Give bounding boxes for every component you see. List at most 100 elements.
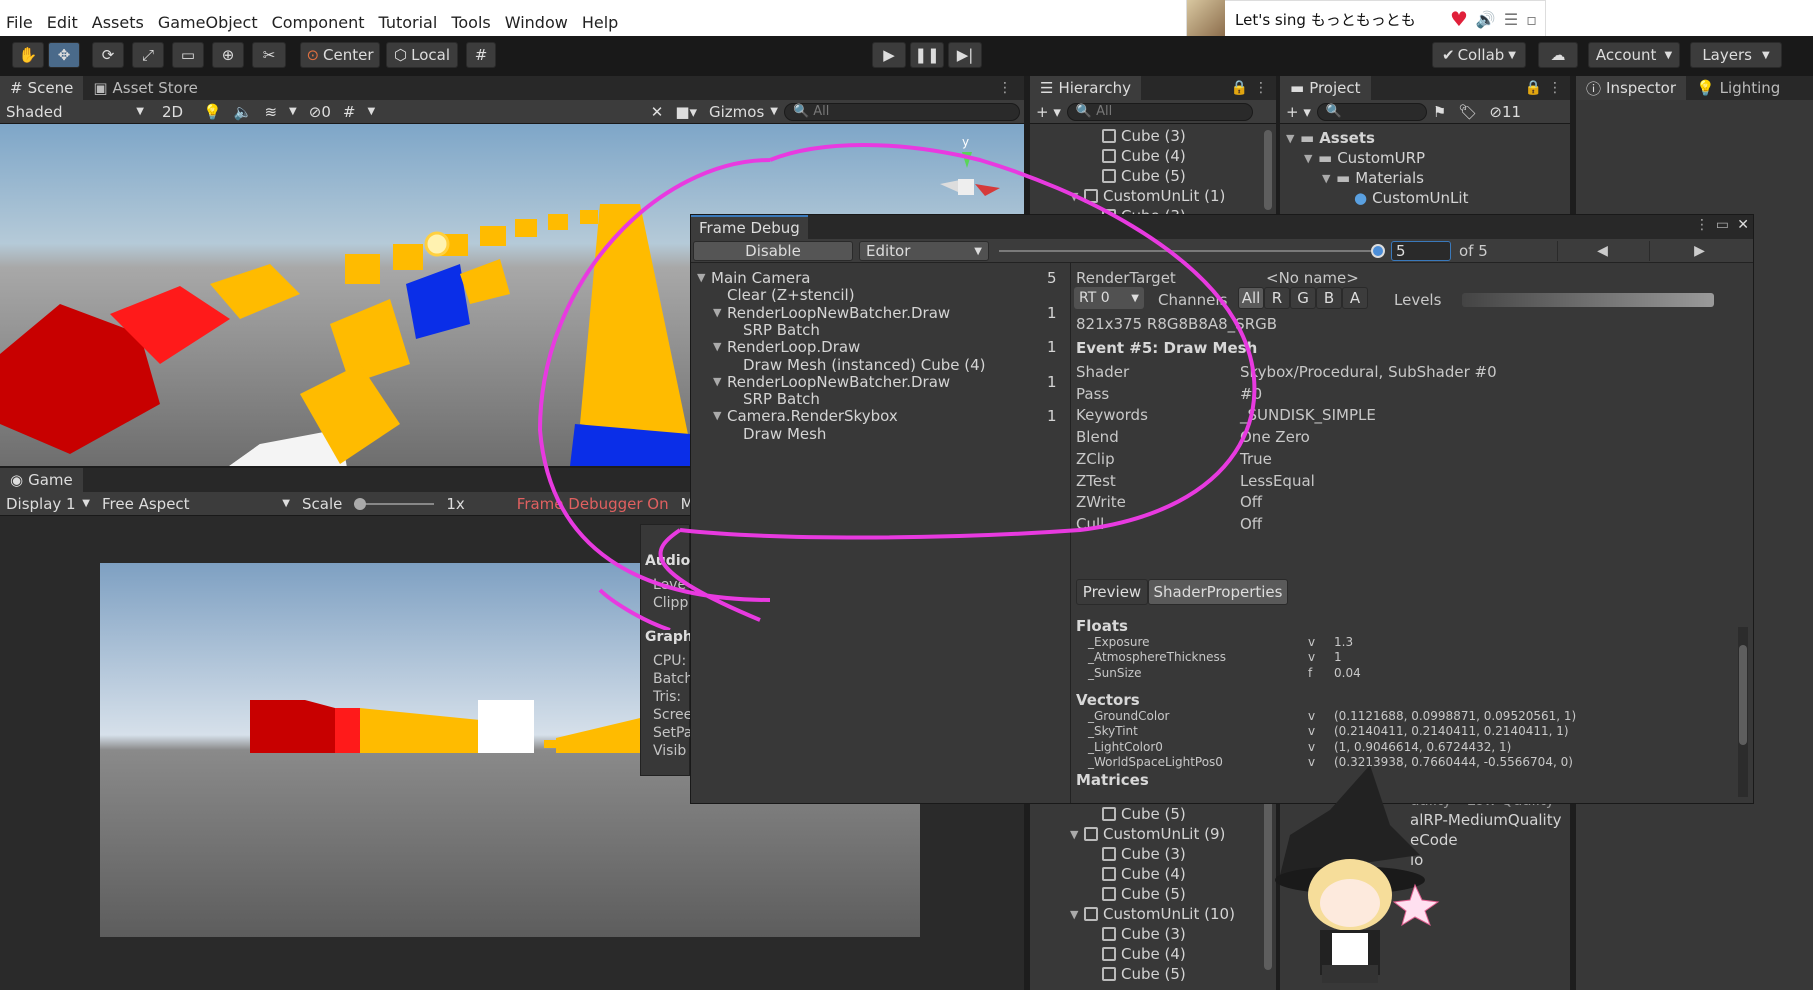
tab-lighting[interactable]: 💡 Lighting [1685,76,1791,100]
scale-tool-icon[interactable]: ⤢ [132,42,164,68]
lighting-toggle-icon[interactable]: 💡 [197,103,228,121]
create-dropdown[interactable]: + ▾ [1280,103,1317,121]
kebab-menu-icon[interactable]: ⋮ [1695,217,1709,233]
volume-icon[interactable]: 🔊 [1476,10,1496,29]
menu-item-component[interactable]: Component [272,13,365,32]
list-item[interactable]: ▼ ▬ Assets [1286,128,1468,148]
list-item[interactable]: Cube (3) [1084,126,1225,146]
grid-dropdown-icon[interactable]: ▼ [361,106,381,117]
pause-button[interactable]: ❚❚ [910,42,944,68]
grid-toggle-icon[interactable]: # [337,103,362,121]
disable-button[interactable]: Disable [693,241,853,261]
list-item[interactable]: Cube (5) [1084,964,1235,984]
kebab-menu-icon[interactable]: ⋮ [998,80,1012,96]
channel-button-r[interactable]: R [1264,287,1290,309]
lock-icon[interactable]: 🔒 [1231,80,1248,96]
play-button[interactable]: ▶ [872,42,906,68]
effects-toggle-icon[interactable]: ≋ [258,103,283,121]
hidden-packages-toggle[interactable]: ⊘ 11 [1483,103,1527,121]
previous-event-icon[interactable]: ◀ [1557,241,1647,261]
layers-dropdown[interactable]: Layers ▼ [1690,42,1782,68]
rotate-tool-icon[interactable]: ⟳ [92,42,124,68]
list-item[interactable]: Cube (4) [1084,944,1235,964]
channel-button-g[interactable]: G [1290,287,1316,309]
list-item[interactable]: Cube (5) [1084,804,1235,824]
filter-type-icon[interactable]: ⚑ [1427,103,1452,121]
list-item[interactable]: Cube (4) [1084,864,1235,884]
gizmos-dropdown[interactable]: Gizmos ▼ [703,103,784,121]
hidden-objects-toggle[interactable]: ⊘ 0 [303,103,337,121]
expand-arrow-icon[interactable]: ▼ [1286,132,1300,145]
menu-item-help[interactable]: Help [582,13,618,32]
rt-dropdown[interactable]: RT 0 ▼ [1074,287,1144,309]
playlist-icon[interactable]: ☰ [1504,10,1518,29]
list-item[interactable]: Cube (3) [1084,844,1235,864]
cloud-icon[interactable]: ☁ [1538,42,1578,68]
kebab-menu-icon[interactable]: ⋮ [1548,80,1562,96]
hand-tool-icon[interactable]: ✋ [12,42,44,68]
scene-search-input[interactable]: 🔍 All [784,102,1020,121]
expand-arrow-icon[interactable]: ▼ [1070,190,1084,203]
expand-arrow-icon[interactable]: ▼ [1322,172,1336,185]
tab-hierarchy[interactable]: ☰ Hierarchy [1030,76,1141,100]
expand-arrow-icon[interactable]: ▼ [1070,828,1084,841]
step-button[interactable]: ▶| [948,42,982,68]
properties-scrollbar[interactable] [1738,627,1748,797]
aspect-dropdown[interactable]: Free Aspect ▼ [96,495,296,513]
list-item[interactable]: Cube (3) [1084,924,1235,944]
event-item[interactable]: RenderLoopNewBatcher.Draw [727,373,950,391]
grid-snap-icon[interactable]: # [466,42,496,68]
shading-dropdown[interactable]: Shaded ▼ [0,103,150,121]
channel-button-a[interactable]: A [1342,287,1368,309]
menu-item-edit[interactable]: Edit [47,13,78,32]
channel-button-all[interactable]: All [1238,287,1264,309]
list-item[interactable]: Cube (4) [1084,146,1225,166]
event-item[interactable]: SRP Batch [743,390,820,408]
hierarchy-scrollbar[interactable] [1264,130,1272,210]
transform-tool-icon[interactable]: ⊕ [212,42,244,68]
menu-item-gameobject[interactable]: GameObject [158,13,258,32]
rect-tool-icon[interactable]: ▭ [172,42,204,68]
audio-toggle-icon[interactable]: 🔈 [228,103,259,121]
list-item[interactable]: Cube (5) [1084,884,1235,904]
tab-game[interactable]: ◉ Game [0,468,83,492]
tools-icon[interactable]: ✕ [645,103,670,121]
event-item[interactable]: SRP Batch [743,321,820,339]
expand-arrow-icon[interactable]: ▼ [713,340,721,353]
channel-button-b[interactable]: B [1316,287,1342,309]
list-item[interactable]: ▼ ▬ Materials [1286,168,1468,188]
custom-tool-icon[interactable]: ✂ [252,42,286,68]
close-icon[interactable]: ✕ [1737,217,1749,233]
tab-preview[interactable]: Preview [1076,579,1148,605]
event-item[interactable]: Draw Mesh [743,425,826,443]
project-search-input[interactable]: 🔍 [1316,102,1427,121]
kebab-menu-icon[interactable]: ⋮ [1254,80,1268,96]
tab-frame-debug[interactable]: Frame Debug [691,215,808,239]
list-item[interactable]: ● CustomUnLit [1286,188,1468,208]
menu-item-window[interactable]: Window [505,13,568,32]
event-item[interactable]: RenderLoop.Draw [727,338,860,356]
tab-asset-store[interactable]: ▣ Asset Store [83,76,208,100]
tab-scene[interactable]: # Scene [0,76,84,100]
camera-icon[interactable]: ■▾ [669,103,703,121]
tab-project[interactable]: ▬ Project [1280,76,1371,100]
scale-slider[interactable] [354,497,435,510]
list-item[interactable]: Cube (5) [1084,166,1225,186]
expand-arrow-icon[interactable]: ▼ [1304,152,1318,165]
mode-2d-button[interactable]: 2D [156,103,189,121]
event-item[interactable]: Main Camera [711,269,810,287]
expand-arrow-icon[interactable]: ▼ [713,306,721,319]
event-item[interactable]: Camera.RenderSkybox [727,407,898,425]
pivot-center-button[interactable]: ⊙ Center [300,42,380,68]
account-dropdown[interactable]: Account ▼ [1588,42,1680,68]
expand-arrow-icon[interactable]: ▼ [1070,908,1084,921]
maximize-icon[interactable]: ▭ [1716,217,1729,233]
list-item[interactable]: ▼ ▬ CustomURP [1286,148,1468,168]
event-item[interactable]: Clear (Z+stencil) [727,286,855,304]
expand-arrow-icon[interactable]: ▼ [713,409,721,422]
event-index-input[interactable]: 5 [1391,241,1451,261]
event-slider[interactable] [999,244,1385,258]
minimize-icon[interactable]: ▫ [1526,10,1537,29]
dropdown-arrow-icon[interactable]: ▼ [283,106,303,117]
list-item[interactable]: ▼ CustomUnLit (1) [1070,186,1225,206]
